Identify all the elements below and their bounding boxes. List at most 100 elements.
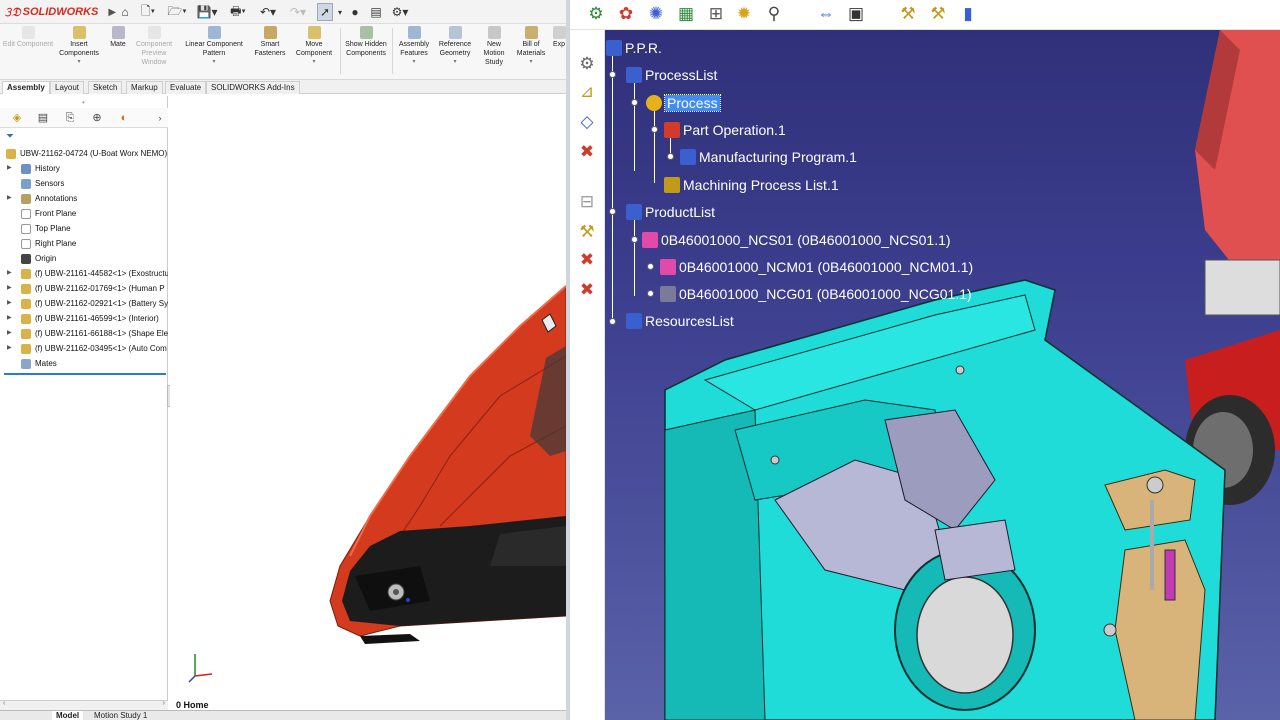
expand-arrow-icon[interactable]: ▶ xyxy=(7,341,15,356)
tab-model-navigation[interactable] xyxy=(4,711,48,720)
panel-grip-icon[interactable]: • xyxy=(82,98,85,107)
tree-node-productlist[interactable]: ProductList xyxy=(626,202,715,222)
show-hidden-components-button[interactable]: Show Hidden Components xyxy=(342,26,390,78)
menu-arrow-icon[interactable]: ▶ xyxy=(108,7,116,18)
expand-arrow-icon[interactable]: ▶ xyxy=(7,281,15,296)
expand-toggle-icon[interactable] xyxy=(609,208,616,215)
tree-item[interactable]: ▶ (f) UBW-21161-66188<1> (Shape Ele xyxy=(0,326,168,341)
expand-arrow-icon[interactable]: ▶ xyxy=(7,191,15,206)
tree-item[interactable]: ▶ (f) UBW-21161-46599<1> (Interior) xyxy=(0,311,168,326)
chevron-down-icon[interactable]: ▾ xyxy=(434,58,476,67)
edit-component-button[interactable]: Edit Component xyxy=(2,26,54,78)
component-preview-button[interactable]: Component Preview Window xyxy=(132,26,176,78)
tree-node-ppr[interactable]: P.P.R. xyxy=(606,38,662,58)
gear-settings-icon[interactable]: ✹ xyxy=(732,2,756,26)
options-gear-icon[interactable]: ⚙▾ xyxy=(389,3,411,21)
structure-icon[interactable]: ⊞ xyxy=(704,2,728,26)
open-folder-icon[interactable]: 🗁▾ xyxy=(166,3,188,21)
expand-arrow-icon[interactable]: ▶ xyxy=(7,296,15,311)
tree-item[interactable]: Origin xyxy=(0,251,168,266)
mate-button[interactable]: Mate xyxy=(104,26,132,78)
linear-pattern-button[interactable]: Linear Component Pattern ▾ xyxy=(178,26,250,78)
tree-node-processlist[interactable]: ProcessList xyxy=(626,65,717,85)
smart-fasteners-button[interactable]: Smart Fasteners xyxy=(251,26,289,78)
tree-node-product-ncm01[interactable]: 0B46001000_NCM01 (0B46001000_NCM01.1) xyxy=(660,257,973,277)
expand-arrow-icon[interactable]: ▶ xyxy=(7,311,15,326)
traffic-light-icon[interactable]: ● xyxy=(348,3,362,21)
tree-item[interactable]: Sensors xyxy=(0,176,168,191)
product-tree-icon[interactable]: ⚙ xyxy=(584,2,608,26)
tree-item[interactable]: ▶ History xyxy=(0,161,168,176)
tab-motion-study[interactable]: Motion Study 1 xyxy=(90,711,151,720)
graphics-area[interactable] xyxy=(170,96,566,710)
reference-geometry-button[interactable]: Reference Geometry ▾ xyxy=(434,26,476,78)
expand-toggle-icon[interactable] xyxy=(651,126,658,133)
snap-icon[interactable]: ⚙ xyxy=(574,52,600,76)
tree-node-machining-process-list[interactable]: Machining Process List.1 xyxy=(664,175,839,195)
machine-icon[interactable]: ✺ xyxy=(644,2,668,26)
tree-node-part-operation[interactable]: Part Operation.1 xyxy=(664,120,786,140)
clear-icon[interactable]: ✖ xyxy=(574,278,600,302)
tree-node-process[interactable]: Process xyxy=(646,93,721,113)
remove-icon[interactable]: ✖ xyxy=(574,248,600,272)
property-manager-icon[interactable]: ▤ xyxy=(36,111,50,125)
tree-node-product-ncg01[interactable]: 0B46001000_NCG01 (0B46001000_NCG01.1) xyxy=(660,284,972,304)
tree-item[interactable]: ▶ (f) UBW-21161-44582<1> (Exostructu xyxy=(0,266,168,281)
expand-arrow-icon[interactable]: ▶ xyxy=(7,326,15,341)
machining-icon[interactable]: ⚒ xyxy=(896,2,920,26)
solidworks-logo[interactable]: 𝟹𝔇 SOLIDWORKS ▶ xyxy=(4,4,116,20)
print-icon[interactable]: 🖶▾ xyxy=(227,3,249,21)
tree-icon[interactable]: ⊟ xyxy=(574,190,600,214)
tree-node-manufacturing-program[interactable]: Manufacturing Program.1 xyxy=(680,147,857,167)
chevron-down-icon[interactable]: ▾ xyxy=(512,58,550,67)
filter-icon[interactable]: ⏷ xyxy=(6,131,14,142)
tree-item[interactable]: ▶ Annotations xyxy=(0,191,168,206)
tree-item[interactable]: Top Plane xyxy=(0,221,168,236)
chevron-down-icon[interactable]: ▾ xyxy=(178,58,250,67)
chevron-down-icon[interactable]: ▾ xyxy=(290,58,338,67)
tab-assembly[interactable]: Assembly xyxy=(2,81,50,94)
tree-item[interactable]: ▶ (f) UBW-21162-01769<1> (Human P xyxy=(0,281,168,296)
scroll-right-icon[interactable]: › xyxy=(163,700,165,707)
insert-components-button[interactable]: Insert Components ▾ xyxy=(54,26,104,78)
bill-of-materials-button[interactable]: Bill of Materials ▾ xyxy=(512,26,550,78)
expand-toggle-icon[interactable] xyxy=(609,318,616,325)
select-dropdown-icon[interactable]: ▾ xyxy=(335,3,345,21)
operation-icon[interactable]: ⚲ xyxy=(762,2,786,26)
expand-toggle-icon[interactable] xyxy=(609,71,616,78)
bar-chart-icon[interactable]: ▮ xyxy=(956,2,980,26)
measure-icon[interactable]: ⇔ xyxy=(814,2,838,26)
tab-sketch[interactable]: Sketch xyxy=(88,81,123,94)
dimxpert-icon[interactable]: ⊕ xyxy=(90,111,104,125)
chevron-down-icon[interactable]: ▾ xyxy=(54,58,104,67)
chevron-down-icon[interactable]: ▾ xyxy=(394,58,434,67)
scroll-left-icon[interactable]: ‹ xyxy=(3,700,5,707)
redo-icon[interactable]: ↷▾ xyxy=(287,3,309,21)
tab-model[interactable]: Model xyxy=(52,711,84,720)
tree-item[interactable]: Front Plane xyxy=(0,206,168,221)
expand-toggle-icon[interactable] xyxy=(631,236,638,243)
exploded-view-button[interactable]: Exp xyxy=(552,26,566,78)
tree-item[interactable]: Right Plane xyxy=(0,236,168,251)
document-icon[interactable]: ▣ xyxy=(844,2,868,26)
configuration-manager-icon[interactable]: ⎘ xyxy=(63,111,77,125)
file-properties-icon[interactable]: ▤ xyxy=(368,3,384,21)
expand-toggle-icon[interactable] xyxy=(667,153,674,160)
home-icon[interactable]: ⌂ xyxy=(117,3,133,21)
tab-layout[interactable]: Layout xyxy=(50,81,85,94)
move-component-button[interactable]: Move Component ▾ xyxy=(290,26,338,78)
delete-icon[interactable]: ✖ xyxy=(574,140,600,164)
tree-node-product-ncs01[interactable]: 0B46001000_NCS01 (0B46001000_NCS01.1) xyxy=(642,230,951,250)
display-manager-icon[interactable]: ◐ xyxy=(117,111,131,125)
panel-expand-arrow-icon[interactable]: › xyxy=(153,111,167,125)
tree-root[interactable]: UBW-21162-04724 (U-Boat Worx NEMO) xyxy=(0,146,168,161)
tab-markup[interactable]: Markup xyxy=(126,81,163,94)
save-icon[interactable]: 💾▾ xyxy=(196,3,218,21)
tab-evaluate[interactable]: Evaluate xyxy=(165,81,207,94)
sequence-icon[interactable]: ⚒ xyxy=(926,2,950,26)
assembly-features-button[interactable]: Assembly Features ▾ xyxy=(394,26,434,78)
assign-icon[interactable]: ⚒ xyxy=(574,220,600,244)
undo-icon[interactable]: ↶▾ xyxy=(257,3,279,21)
select-cursor-icon[interactable]: ➚ xyxy=(317,3,333,21)
resource-icon[interactable]: ✿ xyxy=(614,2,638,26)
